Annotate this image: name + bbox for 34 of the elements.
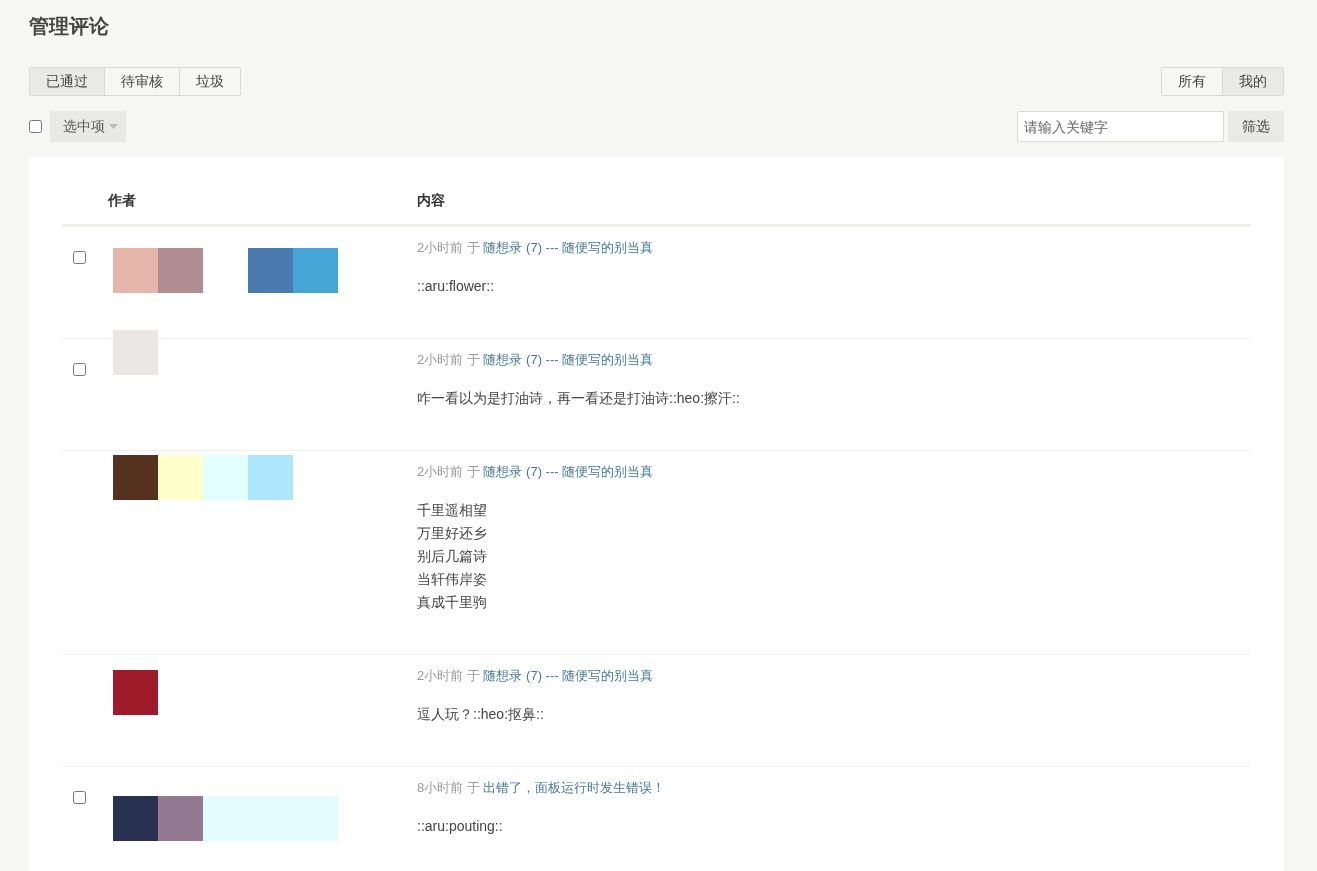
filter-button[interactable]: 筛选 [1228, 111, 1284, 142]
post-link[interactable]: 随想录 (7) --- 随便写的别当真 [483, 240, 654, 255]
comment-text: 咋一看以为是打油诗，再一看还是打油诗::heo:擦汗:: [417, 389, 741, 408]
scope-tab[interactable]: 所有 [1162, 68, 1223, 95]
row-checkbox[interactable] [73, 791, 86, 804]
comment-text: ::aru:flower:: [417, 277, 496, 296]
comment-text: 真成千里驹 [417, 593, 488, 612]
post-link[interactable]: 出错了，面板运行时发生错误！ [483, 780, 666, 795]
post-link[interactable]: 随想录 (7) --- 随便写的别当真 [483, 464, 654, 479]
comment-meta: 8小时前 于 出错了，面板运行时发生错误！ [417, 779, 667, 797]
page-title: 管理评论 [29, 14, 109, 39]
comment-meta: 2小时前 于 随想录 (7) --- 随便写的别当真 [417, 351, 655, 369]
status-tab[interactable]: 已通过 [30, 68, 105, 95]
comment-text: 万里好还乡 [417, 524, 488, 543]
comment-text: 别后几篇诗 [417, 547, 488, 566]
redaction-mosaic-drawing [113, 670, 158, 715]
comment-meta: 2小时前 于 随想录 (7) --- 随便写的别当真 [417, 667, 655, 685]
row-checkbox[interactable] [73, 363, 86, 376]
search-field[interactable]: 请输入关键字 [1017, 111, 1224, 142]
bulk-action-dropdown[interactable]: 选中项 [50, 111, 126, 142]
comment-meta: 2小时前 于 随想录 (7) --- 随便写的别当真 [417, 239, 655, 257]
comment-text: 当轩伟岸姿 [417, 570, 488, 589]
post-link[interactable]: 随想录 (7) --- 随便写的别当真 [483, 668, 654, 683]
post-link[interactable]: 随想录 (7) --- 随便写的别当真 [483, 352, 654, 367]
column-header: 作者 [108, 191, 137, 210]
row-checkbox[interactable] [73, 251, 86, 264]
comment-text: 千里遥相望 [417, 501, 488, 520]
column-header: 内容 [417, 191, 446, 210]
select-all-checkbox[interactable] [29, 120, 42, 133]
comment-text: 逗人玩？::heo:抠鼻:: [417, 705, 545, 724]
caret-icon [109, 124, 118, 129]
scope-tab[interactable]: 我的 [1223, 68, 1283, 95]
comment-meta: 2小时前 于 随想录 (7) --- 随便写的别当真 [417, 463, 655, 481]
comment-text: ::aru:pouting:: [417, 817, 504, 836]
